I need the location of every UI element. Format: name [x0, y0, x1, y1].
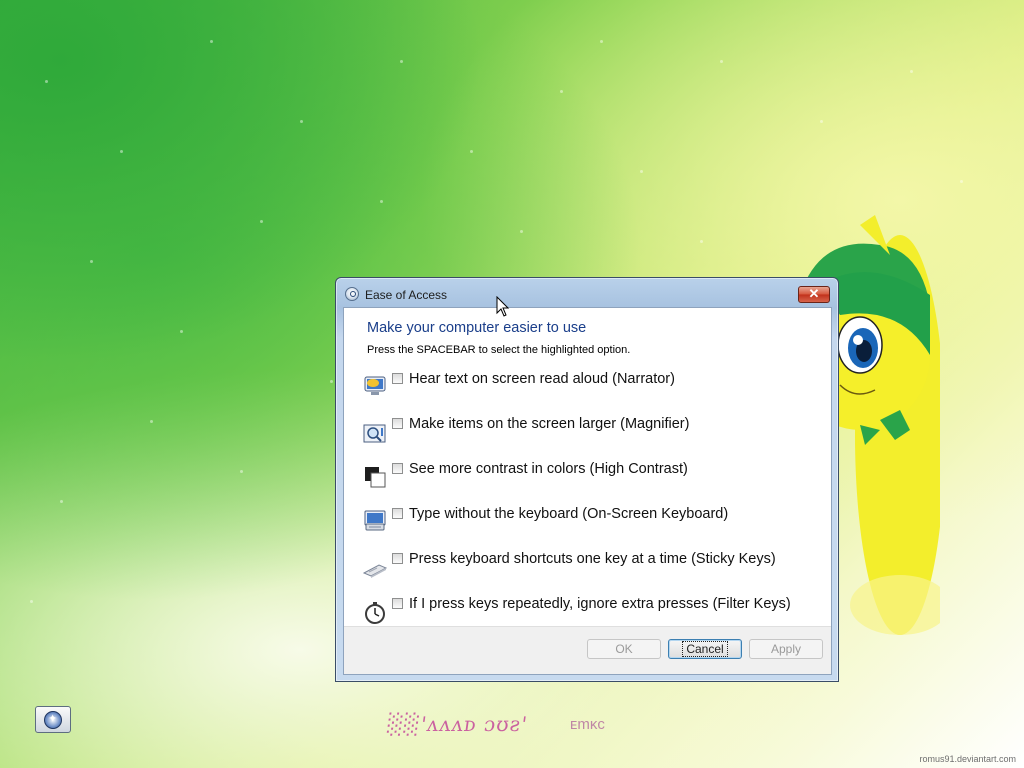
option-label[interactable]: Type without the keyboard (On-Screen Key… [409, 506, 728, 522]
high-contrast-checkbox[interactable] [392, 463, 403, 474]
dialog-heading: Make your computer easier to use [367, 320, 587, 336]
dialog-content: Make your computer easier to use Press t… [343, 307, 832, 675]
option-on-screen-keyboard[interactable]: Type without the keyboard (On-Screen Key… [363, 506, 823, 540]
cancel-button[interactable]: Cancel [668, 639, 742, 659]
option-label[interactable]: Hear text on screen read aloud (Narrator… [409, 371, 675, 387]
on-screen-keyboard-icon [364, 510, 386, 531]
wallpaper-logo-text: ░░'ʌʌʌᴅ ɔʊƨ' [386, 712, 530, 736]
option-label[interactable]: Press keyboard shortcuts one key at a ti… [409, 551, 776, 567]
ease-of-access-dialog: Ease of Access ✕ Make your computer easi… [335, 277, 839, 682]
magnifier-icon [363, 424, 386, 443]
apply-button[interactable]: Apply [749, 639, 823, 659]
wallpaper-logo-subtext: ᴇmᴋᴄ [570, 716, 605, 733]
instruction-text: Press the SPACEBAR to select the highlig… [367, 344, 631, 356]
on-screen-keyboard-checkbox[interactable] [392, 508, 403, 519]
ok-button[interactable]: OK [587, 639, 661, 659]
ease-of-access-button[interactable] [35, 706, 71, 733]
option-label[interactable]: If I press keys repeatedly, ignore extra… [409, 596, 791, 612]
dialog-footer: OK Cancel Apply [344, 626, 831, 674]
option-narrator[interactable]: Hear text on screen read aloud (Narrator… [363, 371, 823, 405]
title-bar[interactable]: Ease of Access ✕ [336, 278, 838, 308]
filter-keys-checkbox[interactable] [392, 598, 403, 609]
sticky-keys-icon [363, 564, 387, 578]
wallpaper-credit: romus91.deviantart.com [919, 754, 1016, 764]
ease-of-access-icon [345, 287, 359, 301]
magnifier-checkbox[interactable] [392, 418, 403, 429]
option-magnifier[interactable]: Make items on the screen larger (Magnifi… [363, 416, 823, 450]
option-high-contrast[interactable]: See more contrast in colors (High Contra… [363, 461, 823, 495]
narrator-icon [364, 376, 386, 395]
narrator-checkbox[interactable] [392, 373, 403, 384]
option-label[interactable]: Make items on the screen larger (Magnifi… [409, 416, 689, 432]
ease-of-access-icon [44, 711, 62, 729]
option-label[interactable]: See more contrast in colors (High Contra… [409, 461, 688, 477]
option-sticky-keys[interactable]: Press keyboard shortcuts one key at a ti… [363, 551, 823, 585]
option-filter-keys[interactable]: If I press keys repeatedly, ignore extra… [363, 596, 823, 630]
cancel-button-label: Cancel [682, 641, 728, 657]
mouse-cursor-icon [496, 296, 510, 317]
high-contrast-icon [365, 467, 386, 488]
close-button[interactable]: ✕ [798, 286, 830, 303]
sticky-keys-checkbox[interactable] [392, 553, 403, 564]
dialog-title: Ease of Access [365, 288, 448, 302]
filter-keys-icon [365, 602, 385, 624]
